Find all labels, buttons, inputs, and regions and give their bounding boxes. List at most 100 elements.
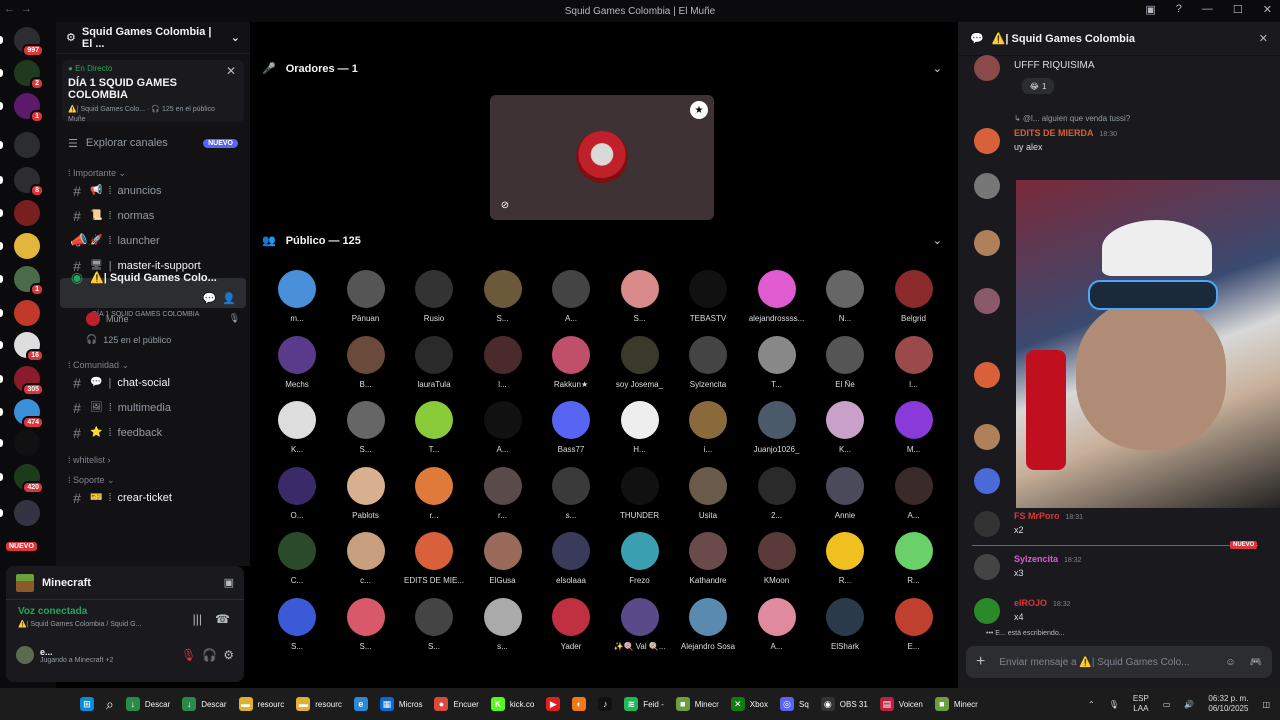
audience-member[interactable]: s...: [473, 597, 533, 651]
audience-member[interactable]: Frezo: [610, 532, 670, 585]
audience-member[interactable]: Alejandro Sosa: [678, 597, 738, 651]
taskbar-app[interactable]: ✕ Xbox: [730, 688, 768, 720]
taskbar-app[interactable]: ▬ resourc: [238, 688, 284, 720]
server-icon[interactable]: 2: [14, 60, 44, 90]
server-icon[interactable]: 1: [14, 266, 44, 296]
audience-member[interactable]: Sylzencita: [678, 335, 738, 389]
clock[interactable]: 06:32 p. m. 06/10/2025: [1208, 694, 1248, 714]
server-icon[interactable]: 8: [14, 167, 44, 197]
audience-member[interactable]: S...: [473, 270, 533, 323]
audience-member[interactable]: S...: [336, 597, 396, 651]
channel-chat-social[interactable]: # 💬 | chat-social: [60, 370, 246, 395]
message-author[interactable]: Sylzencita 18:32: [1014, 554, 1082, 564]
gear-icon[interactable]: ⚙: [223, 648, 234, 662]
audience-member[interactable]: Belgrid: [884, 270, 944, 323]
volume-icon[interactable]: 🔊: [1184, 700, 1194, 709]
explore-channels[interactable]: ☰ Explorar canales NUEVO: [56, 128, 250, 158]
audience-member[interactable]: S...: [336, 401, 396, 454]
minimize-button[interactable]: —: [1202, 3, 1213, 16]
channel-crear-ticket[interactable]: # 🎫 ⁞ crear-ticket: [60, 485, 246, 510]
audience-member[interactable]: elsolaaa: [541, 532, 601, 585]
audience-member[interactable]: l...: [884, 335, 944, 389]
avatar[interactable]: [974, 424, 1000, 450]
audience-member[interactable]: K...: [815, 401, 875, 454]
avatar[interactable]: [974, 288, 1000, 314]
audience-member[interactable]: T...: [747, 335, 807, 389]
channel-stage-active[interactable]: ◉ ⚠️| Squid Games Colo... 💬 👤 DÍA 1 SQUI…: [60, 269, 246, 318]
current-user[interactable]: e... Jugando a Minecraft +2 🎙 🎧 ⚙: [6, 640, 244, 670]
taskbar-app[interactable]: ▤ Voicen: [879, 688, 923, 720]
audience-member[interactable]: H...: [610, 401, 670, 454]
server-icon[interactable]: [14, 300, 40, 326]
message-input[interactable]: Enviar mensaje a ⚠️| Squid Games Colo...: [999, 657, 1189, 668]
close-icon[interactable]: ✕: [226, 64, 236, 78]
audience-member[interactable]: c...: [336, 532, 396, 585]
audience-member[interactable]: THUNDER: [610, 466, 670, 520]
audience-member[interactable]: A...: [884, 466, 944, 520]
avatar[interactable]: [974, 55, 1000, 81]
audience-member[interactable]: O...: [267, 466, 327, 520]
audience-member[interactable]: S...: [404, 597, 464, 651]
audience-member[interactable]: A...: [541, 270, 601, 323]
audience-member[interactable]: R...: [884, 532, 944, 585]
avatar[interactable]: [974, 511, 1000, 537]
reply-preview[interactable]: ↳ @l... alguien que venda tussi?: [1014, 114, 1130, 123]
server-icon[interactable]: [14, 500, 40, 526]
live-stage-card[interactable]: ● En Directo DÍA 1 SQUID GAMES COLOMBIA …: [62, 60, 244, 123]
audience-member[interactable]: KMoon: [747, 532, 807, 585]
chevron-up-icon[interactable]: ⌃: [1088, 700, 1095, 709]
channel-anuncios[interactable]: # 📢 ⁞ anuncios: [60, 178, 246, 203]
taskbar-app[interactable]: ≋ Feid -: [624, 688, 664, 720]
noise-suppression-icon[interactable]: |||: [193, 612, 202, 626]
audience-member[interactable]: ElGusa: [473, 532, 533, 585]
channel-multimedia[interactable]: # 🖼 ⁞ multimedia: [60, 395, 246, 420]
inbox-icon[interactable]: ▣: [1145, 3, 1155, 16]
audience-member[interactable]: Juanjo1026_: [747, 401, 807, 454]
audience-member[interactable]: Yader: [541, 597, 601, 651]
help-icon[interactable]: ?: [1176, 3, 1182, 16]
audience-member[interactable]: Kathandre: [678, 532, 738, 585]
audience-member[interactable]: Mechs: [267, 335, 327, 389]
close-button[interactable]: ✕: [1263, 3, 1272, 16]
mic-muted-icon[interactable]: 🎙: [181, 648, 196, 662]
channel-normas[interactable]: # 📜 ⁞ normas: [60, 203, 246, 228]
avatar[interactable]: [974, 173, 1000, 199]
nav-arrows[interactable]: ←→: [4, 3, 38, 15]
speakers-header[interactable]: 🎤 Oradores — 1 ⌄: [262, 62, 942, 76]
server-icon[interactable]: [14, 430, 40, 456]
audience-member[interactable]: TEBASTV: [678, 270, 738, 323]
speaker-tile[interactable]: ★ ⊘: [490, 95, 714, 220]
audience-member[interactable]: EDITS DE MIE...: [404, 532, 464, 585]
message-author[interactable]: FS MrPoro 18:31: [1014, 511, 1083, 521]
windows-start-icon[interactable]: ⊞: [80, 688, 94, 720]
audience-member[interactable]: E...: [884, 597, 944, 651]
audience-member[interactable]: 2...: [747, 466, 807, 520]
category-comunidad[interactable]: ⁞ Comunidad ⌄: [56, 350, 250, 370]
microphone-icon[interactable]: 🎙: [1109, 700, 1119, 709]
audience-member[interactable]: Annie: [815, 466, 875, 520]
taskbar-app[interactable]: ■ Minecr: [934, 688, 978, 720]
audience-member[interactable]: ElShark: [815, 597, 875, 651]
audience-member[interactable]: soy Josema_: [610, 335, 670, 389]
taskbar-app[interactable]: Kkick.co: [490, 688, 534, 720]
network-icon[interactable]: ▭: [1163, 700, 1171, 709]
activity-game[interactable]: Minecraft ▣: [6, 566, 244, 600]
audience-member[interactable]: Pablots: [336, 466, 396, 520]
audience-member[interactable]: lauraTula: [404, 335, 464, 389]
taskbar-app[interactable]: ■ Minecr: [675, 688, 719, 720]
server-icon[interactable]: 997: [14, 27, 44, 57]
server-icon[interactable]: 420: [14, 464, 44, 494]
audience-member[interactable]: C...: [267, 532, 327, 585]
audience-member[interactable]: r...: [404, 466, 464, 520]
taskbar-app[interactable]: ◐: [572, 688, 587, 720]
server-icon[interactable]: 305: [14, 366, 44, 396]
audience-member[interactable]: M...: [884, 401, 944, 454]
message-author[interactable]: elROJO 18:32: [1014, 598, 1071, 608]
server-icon[interactable]: 16: [14, 332, 44, 362]
audience-member[interactable]: Pānuan: [336, 270, 396, 323]
audience-member[interactable]: A...: [747, 597, 807, 651]
taskbar-app[interactable]: ↓ Descar: [125, 688, 170, 720]
audience-member[interactable]: i...: [678, 401, 738, 454]
audience-member[interactable]: A...: [473, 401, 533, 454]
audience-member[interactable]: alejandrossss...: [747, 270, 807, 323]
